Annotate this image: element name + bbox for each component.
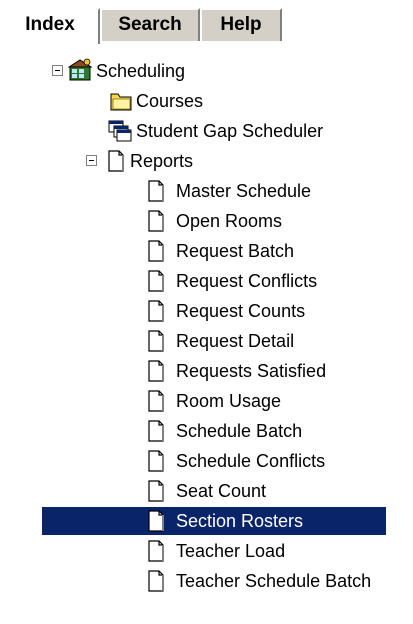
tree-node-label: Scheduling — [96, 61, 186, 81]
document-icon — [148, 540, 164, 562]
tree-node-report[interactable]: Request Conflicts — [0, 266, 413, 296]
tree-node-label: Requests Satisfied — [176, 361, 327, 381]
document-icon — [108, 150, 124, 172]
tree-node-report[interactable]: Request Detail — [0, 326, 413, 356]
tree-node-label: Schedule Batch — [176, 421, 303, 441]
tab-help[interactable]: Help — [200, 8, 282, 41]
folder-icon — [110, 93, 132, 111]
tab-index[interactable]: Index — [0, 8, 100, 44]
tree-node-label: Request Conflicts — [176, 271, 318, 291]
document-icon — [148, 300, 164, 322]
tree-node-report[interactable]: Schedule Batch — [0, 416, 413, 446]
document-icon — [148, 240, 164, 262]
tree-node-report[interactable]: Teacher Schedule Batch — [0, 566, 413, 596]
tree-node-report[interactable]: Room Usage — [0, 386, 413, 416]
tree-node-label: Courses — [136, 91, 204, 111]
tree-node-report[interactable]: Requests Satisfied — [0, 356, 413, 386]
tree-node-report[interactable]: Seat Count — [0, 476, 413, 506]
tree-node-scheduling[interactable]: Scheduling — [0, 56, 413, 86]
collapse-toggle-icon[interactable] — [52, 65, 63, 76]
tab-bar: Index Search Help — [0, 8, 413, 44]
tree-node-label: Reports — [130, 151, 194, 171]
document-icon — [148, 270, 164, 292]
document-icon — [148, 210, 164, 232]
tree-node-report[interactable]: Master Schedule — [0, 176, 413, 206]
tree-node-label: Teacher Load — [176, 541, 286, 561]
tree-node-report[interactable]: Open Rooms — [0, 206, 413, 236]
document-icon — [148, 570, 164, 592]
document-icon — [148, 180, 164, 202]
collapse-toggle-icon[interactable] — [86, 155, 97, 166]
tree-node-label: Room Usage — [176, 391, 282, 411]
tree-node-label: Request Counts — [176, 301, 306, 321]
tree-node-report[interactable]: Schedule Conflicts — [0, 446, 413, 476]
tree-node-label: Section Rosters — [176, 511, 304, 531]
document-icon — [148, 510, 164, 532]
tree-node-label: Request Detail — [176, 331, 295, 351]
document-icon — [148, 420, 164, 442]
document-icon — [148, 360, 164, 382]
tree-node-courses[interactable]: Courses — [0, 86, 413, 116]
tree-node-label: Seat Count — [176, 481, 267, 501]
help-index-panel: Index Search Help Scheduling Courses Stu… — [0, 0, 413, 624]
tree-node-reports[interactable]: Reports — [0, 146, 413, 176]
tree-node-label: Request Batch — [176, 241, 295, 261]
tree-node-label: Master Schedule — [176, 181, 312, 201]
tree-node-report[interactable]: Request Counts — [0, 296, 413, 326]
document-icon — [148, 450, 164, 472]
tree-node-student-gap-scheduler[interactable]: Student Gap Scheduler — [0, 116, 413, 146]
tree-node-report[interactable]: Request Batch — [0, 236, 413, 266]
document-icon — [148, 330, 164, 352]
tree-node-label: Student Gap Scheduler — [136, 121, 324, 141]
tree-node-label: Schedule Conflicts — [176, 451, 326, 471]
windows-stack-icon — [108, 120, 132, 142]
document-icon — [148, 480, 164, 502]
tree-node-report[interactable]: Section Rosters — [0, 506, 413, 536]
tree-node-label: Open Rooms — [176, 211, 283, 231]
tree-node-label: Teacher Schedule Batch — [176, 571, 372, 591]
tab-search[interactable]: Search — [100, 8, 200, 41]
scheduling-folder-icon — [68, 58, 92, 81]
tree-node-report[interactable]: Teacher Load — [0, 536, 413, 566]
document-icon — [148, 390, 164, 412]
